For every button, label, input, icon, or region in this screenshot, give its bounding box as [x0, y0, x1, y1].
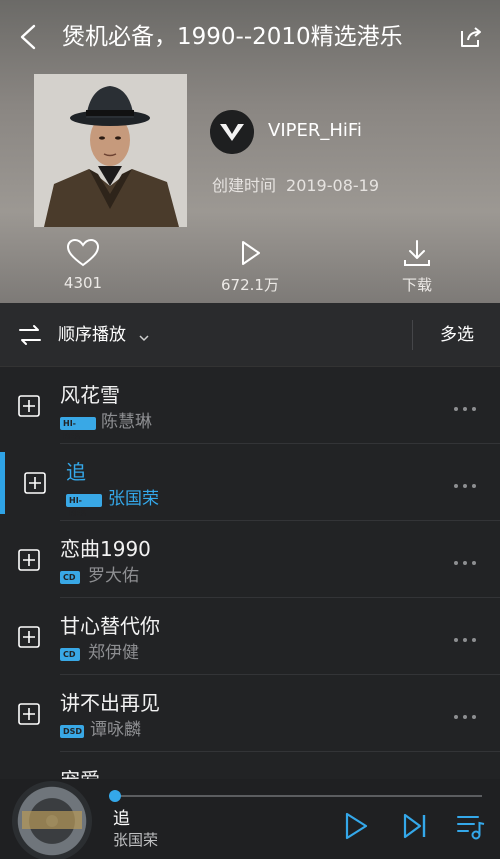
download-label: 下载: [401, 276, 432, 294]
more-icon[interactable]: [452, 630, 478, 642]
song-title: 恋曲1990: [60, 537, 151, 561]
quality-badge: CD: [60, 571, 80, 584]
quality-badge: CD: [60, 648, 80, 661]
play-count: 672.1万: [221, 276, 279, 294]
creator-name[interactable]: VIPER_HiFi: [268, 118, 362, 144]
top-bar: 煲机必备，1990--2010精选港乐: [0, 0, 500, 72]
play-icon[interactable]: [340, 811, 370, 841]
add-icon[interactable]: [18, 626, 40, 648]
play-order-icon[interactable]: [18, 323, 42, 347]
now-playing-indicator: [0, 452, 5, 514]
disc-label: [22, 811, 82, 829]
add-icon[interactable]: [18, 703, 40, 725]
list-controls: 顺序播放 多选: [0, 303, 500, 367]
created-label: 创建时间: [212, 176, 277, 195]
back-icon[interactable]: [14, 20, 44, 54]
play-icon: [242, 241, 260, 265]
song-row[interactable]: 恋曲1990 CD 罗大佑: [0, 521, 500, 598]
more-icon[interactable]: [452, 476, 478, 488]
quality-badge: HI-RES: [66, 494, 102, 518]
player-artist: 张国荣: [113, 831, 159, 849]
now-playing-disc[interactable]: [12, 781, 92, 859]
song-row[interactable]: 讲不出再见 DSD 谭咏麟: [0, 675, 500, 752]
more-icon[interactable]: [452, 707, 478, 719]
song-title: 讲不出再见: [60, 691, 160, 715]
playlist-queue-icon[interactable]: [456, 811, 486, 841]
song-title: 风花雪: [60, 383, 120, 407]
created-info: 创建时间 2019-08-19: [212, 174, 379, 198]
add-icon[interactable]: [18, 395, 40, 417]
song-row-active[interactable]: 追 HI-RES 张国荣: [0, 444, 500, 521]
divider: [412, 320, 413, 350]
player-song-title: 追: [113, 809, 130, 829]
more-icon[interactable]: [452, 399, 478, 411]
song-title: 甘心替代你: [60, 614, 160, 638]
add-icon[interactable]: [18, 549, 40, 571]
multi-select-button[interactable]: 多选: [440, 323, 474, 347]
playlist-header: 煲机必备，1990--2010精选港乐 VIPER_HiFi 创建时间 2019…: [0, 0, 500, 303]
creator-avatar[interactable]: [210, 110, 254, 154]
download-button[interactable]: 下载: [362, 238, 472, 298]
chevron-down-icon[interactable]: [138, 329, 150, 342]
quality-badge: HI-RES: [60, 417, 96, 441]
play-all-button[interactable]: 672.1万: [195, 238, 305, 298]
playlist-title: 煲机必备，1990--2010精选港乐: [62, 24, 403, 50]
more-icon[interactable]: [452, 553, 478, 565]
next-icon[interactable]: [400, 811, 430, 841]
song-title: 追: [66, 460, 86, 484]
song-artist: 谭咏麟: [90, 720, 141, 740]
playlist-cover-image[interactable]: i: [34, 74, 187, 227]
play-order-label[interactable]: 顺序播放: [58, 323, 126, 347]
song-artist: 陈慧琳: [101, 412, 152, 432]
share-icon[interactable]: [456, 22, 486, 52]
progress-handle[interactable]: [109, 790, 121, 802]
add-icon[interactable]: [24, 472, 46, 494]
download-icon: [404, 240, 430, 266]
progress-bar[interactable]: [114, 795, 482, 797]
quality-badge: DSD: [60, 725, 84, 738]
song-row[interactable]: 甘心替代你 CD 郑伊健: [0, 598, 500, 675]
song-artist: 张国荣: [108, 489, 159, 509]
heart-icon: [66, 238, 100, 267]
song-artist: 郑伊健: [88, 643, 139, 663]
created-date: 2019-08-19: [286, 176, 379, 195]
song-row[interactable]: 风花雪 HI-RES 陈慧琳: [0, 367, 500, 444]
mini-player[interactable]: 追 张国荣: [0, 779, 500, 859]
like-count: 4301: [63, 274, 103, 292]
like-button[interactable]: 4301: [28, 238, 138, 298]
song-artist: 罗大佑: [88, 566, 139, 586]
